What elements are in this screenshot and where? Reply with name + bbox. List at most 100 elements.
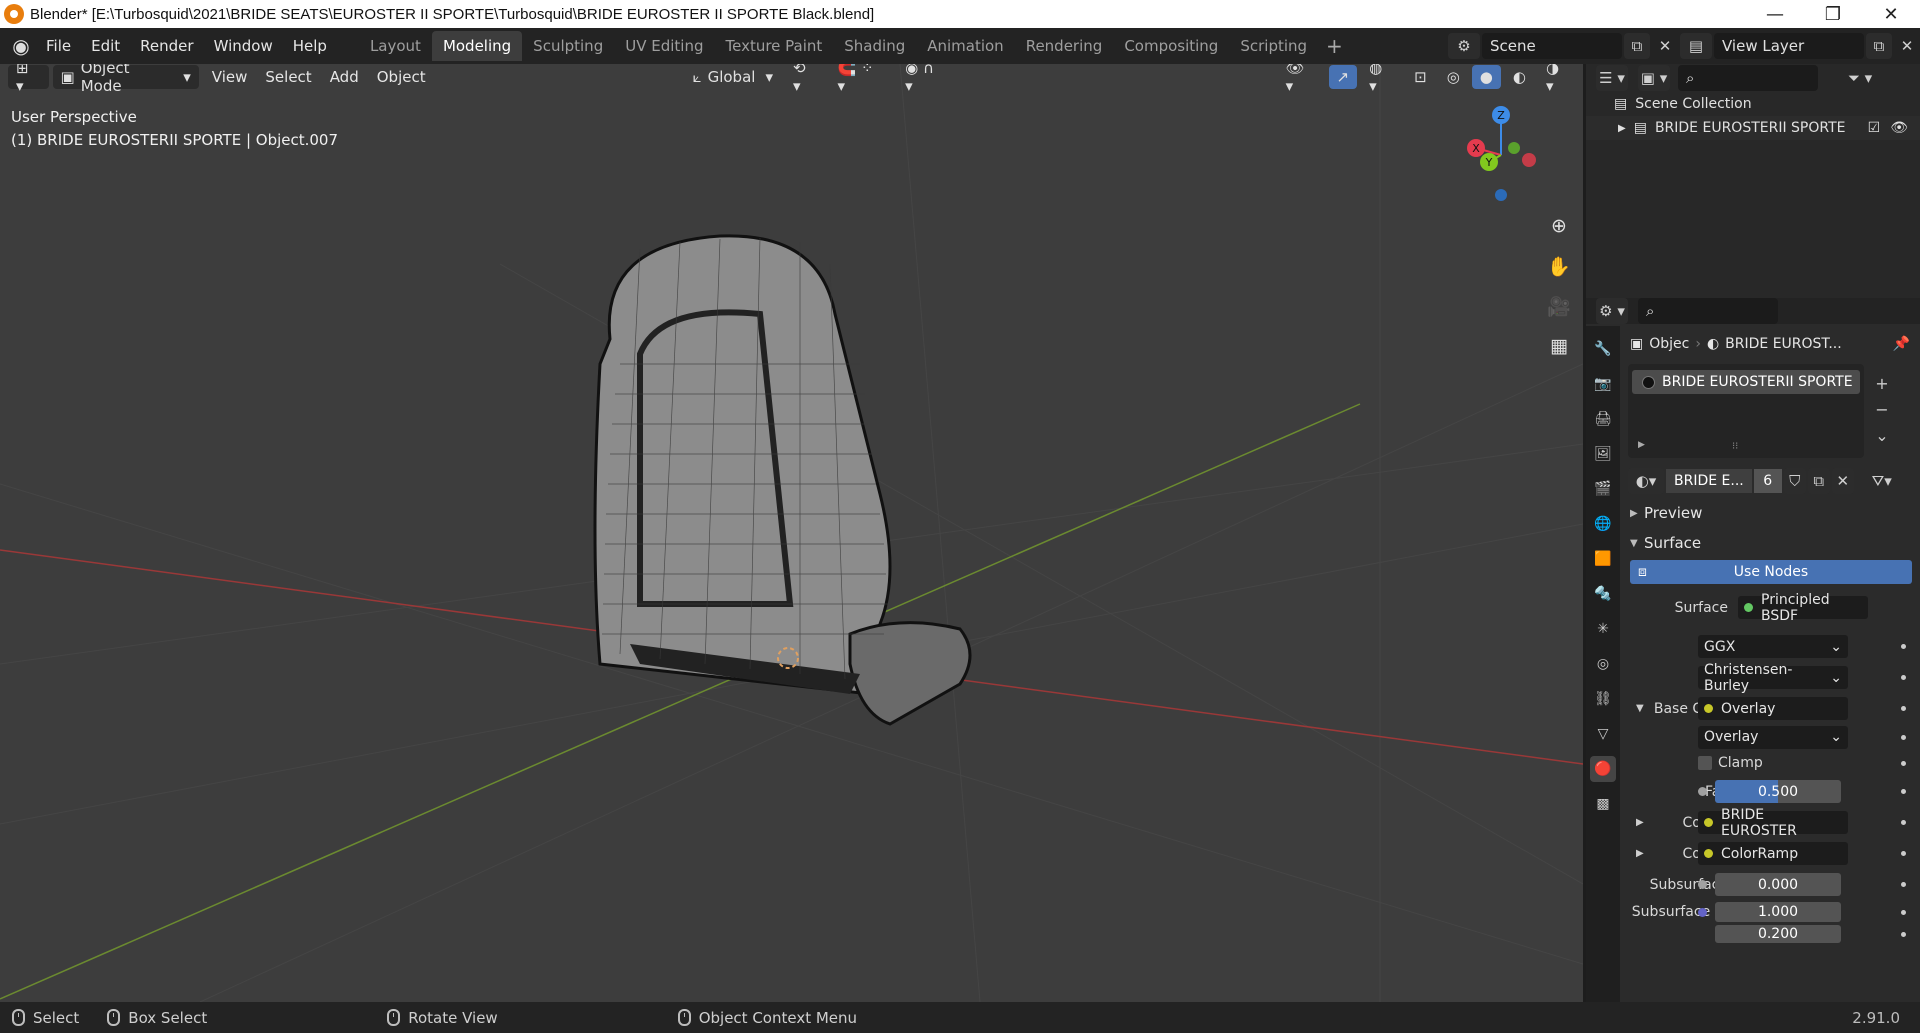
menu-help[interactable]: Help [283, 28, 337, 64]
solid-shading-icon[interactable]: ● [1471, 65, 1501, 89]
keyframe-dot[interactable] [1901, 675, 1906, 680]
proportional-editing-icon[interactable]: ◉ ∩ ▾ [897, 64, 954, 95]
tab-sculpting[interactable]: Sculpting [522, 31, 614, 61]
render-tab-icon[interactable]: 📷 [1590, 371, 1616, 397]
checkbox-icon[interactable]: ☑ [1868, 120, 1881, 136]
eye-icon[interactable]: 👁 [1890, 120, 1908, 136]
navigation-gizmo[interactable]: Z X Y [1451, 100, 1551, 210]
checkbox-icon[interactable] [1698, 756, 1712, 770]
tab-modeling[interactable]: Modeling [431, 31, 523, 61]
visibility-icon[interactable]: 👁 ▾ [1278, 64, 1325, 95]
overlay-icon[interactable]: ◍ ▾ [1361, 64, 1402, 95]
texture-tab-icon[interactable]: ▩ [1590, 791, 1616, 817]
pivot-point-icon[interactable]: ⟲ ▾ [785, 64, 826, 95]
close-button[interactable]: ✕ [1862, 0, 1920, 28]
distribution-dropdown[interactable]: GGX ⌄ [1698, 635, 1848, 658]
keyframe-dot[interactable] [1901, 820, 1906, 825]
menu-window[interactable]: Window [204, 28, 283, 64]
new-scene-icon[interactable]: ⧉ [1624, 33, 1650, 59]
delete-scene-icon[interactable]: ✕ [1654, 33, 1676, 59]
tab-shading[interactable]: Shading [833, 31, 916, 61]
expand-icon[interactable]: ▶ [1636, 817, 1644, 828]
material-users-count[interactable]: 6 [1753, 469, 1782, 493]
menu-file[interactable]: File [36, 28, 81, 64]
use-nodes-button[interactable]: ⧈ Use Nodes [1630, 560, 1912, 584]
filter-icon[interactable]: ⏷ ▾ [1844, 65, 1876, 91]
zoom-icon[interactable]: ⊕ [1543, 210, 1575, 242]
gizmo-toggle-icon[interactable]: ↗ [1328, 65, 1358, 89]
modifier-tab-icon[interactable]: 🔩 [1590, 581, 1616, 607]
neg-y-axis-icon[interactable] [1508, 142, 1520, 154]
tab-layout[interactable]: Layout [359, 31, 432, 61]
material-shading-icon[interactable]: ◐ [1505, 65, 1534, 89]
view-layer-icon[interactable]: ▤ [1680, 33, 1712, 59]
tab-rendering[interactable]: Rendering [1015, 31, 1114, 61]
slot-menu-button[interactable]: ⌄ [1870, 424, 1894, 446]
maximize-button[interactable]: ❐ [1804, 0, 1862, 28]
mode-selector[interactable]: ▣ Object Mode ▾ [52, 64, 199, 95]
neg-x-axis-icon[interactable] [1522, 153, 1536, 167]
scene-tab-icon[interactable]: 🎬 [1590, 476, 1616, 502]
tab-texture-paint[interactable]: Texture Paint [714, 31, 833, 61]
expanded-icon[interactable]: ▼ [1636, 703, 1644, 714]
blender-menu-icon[interactable]: ◉ [6, 31, 36, 61]
keyframe-dot[interactable] [1901, 760, 1906, 766]
tool-tab-icon[interactable]: 🔧 [1590, 336, 1616, 362]
menu-view[interactable]: View [203, 68, 257, 86]
menu-add[interactable]: Add [321, 68, 368, 86]
grid-perspective-icon[interactable]: ▦ [1543, 330, 1575, 362]
color1-field[interactable]: BRIDE EUROSTER [1698, 807, 1848, 839]
transform-orientation-selector[interactable]: ⟀ Global ▾ [685, 65, 781, 89]
subsurface-method-dropdown[interactable]: Christensen-Burley ⌄ [1698, 662, 1848, 694]
material-name-field[interactable]: BRIDE E... [1666, 469, 1752, 493]
expand-icon[interactable]: ▶ [1638, 440, 1645, 450]
unlink-material-icon[interactable]: ✕ [1831, 468, 1854, 494]
xray-icon[interactable]: ⊡ [1406, 65, 1435, 89]
subsurface-field[interactable]: 0.000 [1715, 873, 1841, 896]
scene-type-icon[interactable]: ⚙ [1448, 33, 1480, 59]
constraints-tab-icon[interactable]: ⛓ [1590, 686, 1616, 712]
world-tab-icon[interactable]: 🌐 [1590, 511, 1616, 537]
3d-viewport[interactable]: ⊞ ▾ ▣ Object Mode ▾ View Select Add Object… [0, 64, 1583, 1002]
fake-user-icon[interactable]: ⛉ [1783, 468, 1806, 494]
base-color-field[interactable]: Overlay [1698, 697, 1848, 720]
fac-slider[interactable]: 0.500 [1715, 780, 1841, 803]
tab-uv-editing[interactable]: UV Editing [614, 31, 714, 61]
material-tab-icon[interactable]: 🔴 [1590, 756, 1616, 782]
remove-slot-button[interactable]: − [1870, 398, 1894, 420]
add-slot-button[interactable]: + [1870, 372, 1894, 394]
camera-icon[interactable]: 🎥 [1543, 290, 1575, 322]
delete-view-layer-icon[interactable]: ✕ [1896, 33, 1918, 59]
surface-panel-header[interactable]: ▼ Surface [1624, 528, 1920, 558]
keyframe-dot[interactable] [1901, 882, 1906, 887]
surface-shader-field[interactable]: Principled BSDF [1738, 592, 1868, 624]
pin-icon[interactable]: 📌 [1893, 336, 1910, 352]
keyframe-dot[interactable] [1901, 644, 1906, 649]
blend-mode-dropdown[interactable]: Overlay ⌄ [1698, 725, 1848, 749]
data-tab-icon[interactable]: ▽ [1590, 721, 1616, 747]
outliner-editor-type-icon[interactable]: ☰ ▾ [1596, 65, 1628, 91]
keyframe-dot[interactable] [1901, 851, 1906, 856]
keyframe-dot[interactable] [1901, 931, 1906, 937]
scene-name-field[interactable]: Scene [1482, 33, 1622, 59]
clamp-checkbox[interactable]: Clamp [1698, 755, 1763, 771]
expand-icon[interactable]: ▶ [1636, 848, 1644, 859]
menu-render[interactable]: Render [130, 28, 203, 64]
object-tab-icon[interactable]: 🟧 [1590, 546, 1616, 572]
keyframe-dot[interactable] [1901, 909, 1906, 915]
snap-icon[interactable]: 🧲 ⁘ ▾ [830, 64, 894, 95]
menu-select[interactable]: Select [256, 68, 320, 86]
minimize-button[interactable]: — [1746, 0, 1804, 28]
tab-scripting[interactable]: Scripting [1229, 31, 1318, 61]
pan-hand-icon[interactable]: ✋ [1543, 250, 1575, 282]
add-workspace-button[interactable]: + [1318, 32, 1351, 60]
keyframe-dot[interactable] [1901, 789, 1906, 794]
subsurface-radius-y-field[interactable]: 0.200 [1715, 925, 1841, 943]
material-slot-item[interactable]: BRIDE EUROSTERII SPORTE [1632, 370, 1860, 394]
duplicate-material-icon[interactable]: ⧉ [1807, 468, 1830, 494]
seat-model[interactable] [593, 234, 972, 726]
menu-edit[interactable]: Edit [81, 28, 130, 64]
scene-collection-row[interactable]: ▤ Scene Collection [1586, 92, 1920, 116]
expand-icon[interactable]: ▶ [1618, 123, 1626, 134]
material-slots-list[interactable]: BRIDE EUROSTERII SPORTE ▶ ⁝⁝ [1628, 364, 1864, 458]
